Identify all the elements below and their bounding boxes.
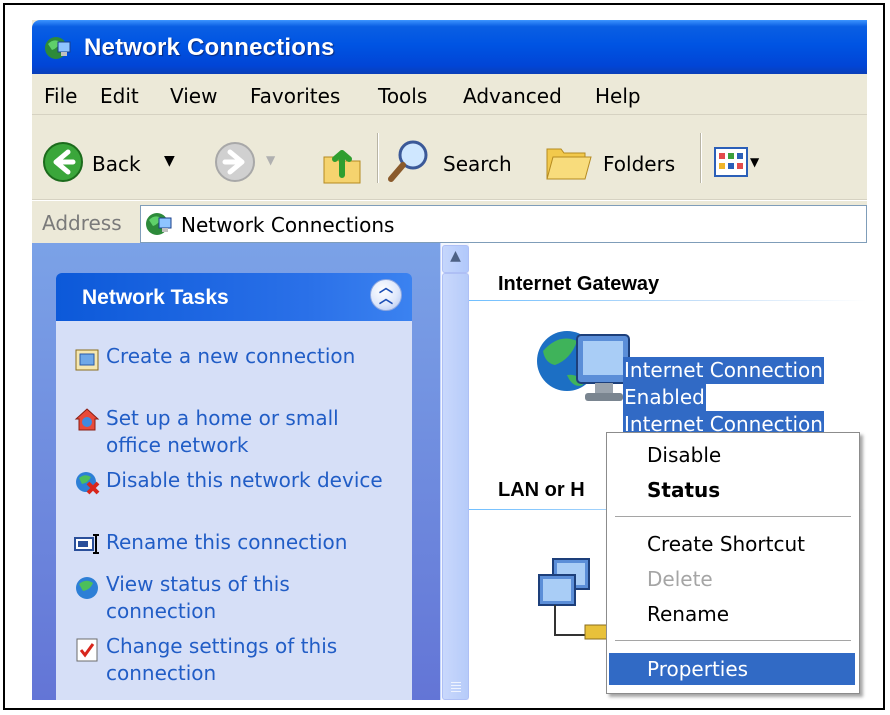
screenshot-frame: Network Connections File Edit View Favor… — [3, 3, 885, 710]
menu-item-delete: Delete — [647, 567, 713, 591]
group-header-lan: LAN or H — [498, 479, 585, 501]
address-field[interactable]: Network Connections — [140, 205, 867, 243]
menu-item-disable[interactable]: Disable — [609, 439, 855, 471]
views-dropdown-icon[interactable]: ▼ — [750, 155, 759, 169]
menu-item-properties[interactable]: Properties — [609, 653, 855, 685]
task-label: Disable this network device — [106, 468, 383, 492]
new-connection-icon — [75, 349, 99, 371]
status-icon — [76, 577, 98, 599]
forward-dropdown-icon[interactable]: ▼ — [266, 153, 275, 167]
address-bar: Address Network Connections — [32, 200, 867, 243]
settings-icon — [76, 638, 98, 662]
task-label: Create a new connection — [106, 344, 356, 368]
vertical-scrollbar[interactable]: ▲ — [440, 243, 469, 700]
task-label: Rename this connection — [106, 530, 348, 554]
group-header-internet-gateway: Internet Gateway — [498, 273, 660, 295]
chevron-up-icon: ▲ — [450, 248, 461, 264]
menu-advanced[interactable]: Advanced — [463, 84, 562, 108]
context-menu: Disable Status Create Shortcut Delete Re… — [606, 432, 860, 694]
network-tasks-header[interactable]: Network Tasks ︿ ︿ — [56, 273, 412, 321]
search-icon — [388, 140, 428, 182]
up-folder-icon[interactable] — [320, 139, 364, 185]
task-pane: Network Tasks ︿ ︿ Create a new connection — [32, 243, 440, 700]
task-label: Set up a home or small office network — [106, 406, 339, 457]
forward-arrow-icon — [215, 142, 255, 182]
menu-item-status[interactable]: Status — [609, 474, 855, 506]
menu-file[interactable]: File — [44, 84, 77, 108]
address-value: Network Connections — [181, 213, 395, 237]
collapse-chevron-icon[interactable]: ︿ ︿ — [370, 279, 402, 311]
back-label: Back — [92, 152, 141, 176]
menu-favorites[interactable]: Favorites — [250, 84, 340, 108]
rename-icon — [74, 534, 99, 554]
menu-help[interactable]: Help — [595, 84, 641, 108]
back-button[interactable]: Back ▼ — [42, 141, 202, 191]
toolbar: Back ▼ ▼ Search Folders ▼ — [32, 115, 867, 200]
network-connections-icon — [146, 213, 172, 235]
search-label: Search — [443, 152, 512, 176]
menu-item-create-shortcut[interactable]: Create Shortcut — [609, 528, 855, 560]
menu-edit[interactable]: Edit — [100, 84, 139, 108]
disable-device-icon — [76, 472, 100, 495]
network-connections-icon — [45, 37, 71, 59]
internet-gateway-icon — [537, 331, 630, 401]
menu-view[interactable]: View — [170, 84, 217, 108]
back-dropdown-icon[interactable]: ▼ — [164, 153, 175, 169]
menu-tools[interactable]: Tools — [378, 84, 427, 108]
task-label: View status of this connection — [106, 572, 290, 623]
connection-status: Enabled — [623, 384, 706, 411]
folders-label: Folders — [603, 152, 676, 176]
connection-name: Internet Connection — [623, 357, 824, 384]
folders-icon — [546, 148, 592, 180]
task-label: Change settings of this connection — [106, 634, 338, 685]
network-tasks-list: Create a new connection Set up a home or… — [56, 321, 412, 700]
scroll-thumb[interactable] — [442, 273, 469, 700]
address-label: Address — [42, 211, 122, 235]
menu-item-rename[interactable]: Rename — [609, 598, 855, 630]
forward-button[interactable]: ▼ — [214, 141, 294, 191]
title-bar[interactable]: Network Connections — [32, 20, 867, 74]
network-tasks-title: Network Tasks — [82, 286, 229, 309]
search-button[interactable]: Search — [387, 137, 527, 187]
window-title: Network Connections — [84, 34, 335, 61]
scroll-up-button[interactable]: ▲ — [442, 245, 469, 273]
menu-bar: File Edit View Favorites Tools Advanced … — [32, 74, 867, 115]
back-arrow-icon — [43, 142, 83, 182]
folders-button[interactable]: Folders — [545, 139, 685, 189]
views-icon — [714, 147, 748, 177]
views-button[interactable]: ▼ — [714, 147, 774, 183]
home-network-icon — [74, 408, 100, 431]
